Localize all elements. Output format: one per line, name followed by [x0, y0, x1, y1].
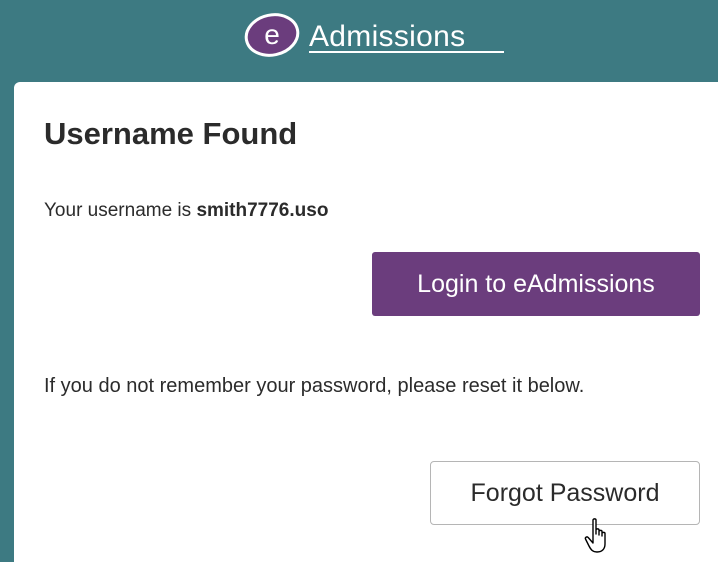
hand-pointer-icon: [584, 518, 606, 553]
page-title: Username Found: [44, 116, 298, 151]
eadmissions-logo: e Admissions: [243, 13, 505, 57]
logo-e-icon: e: [244, 13, 300, 57]
forgot-password-button[interactable]: Forgot Password: [430, 461, 700, 525]
username-value: smith7776.uso: [196, 200, 329, 221]
logo-text: Admissions: [309, 20, 466, 53]
username-prefix: Your username is: [44, 200, 197, 221]
header-bar: e Admissions: [0, 0, 718, 82]
logo-letter: e: [264, 19, 280, 50]
reset-instructions: If you do not remember your password, pl…: [44, 375, 585, 397]
logo-underline: [309, 51, 504, 53]
username-found-card: Username Found Your username is smith777…: [14, 82, 718, 562]
username-message: Your username is smith7776.uso: [44, 200, 328, 222]
login-button[interactable]: Login to eAdmissions: [372, 252, 700, 316]
